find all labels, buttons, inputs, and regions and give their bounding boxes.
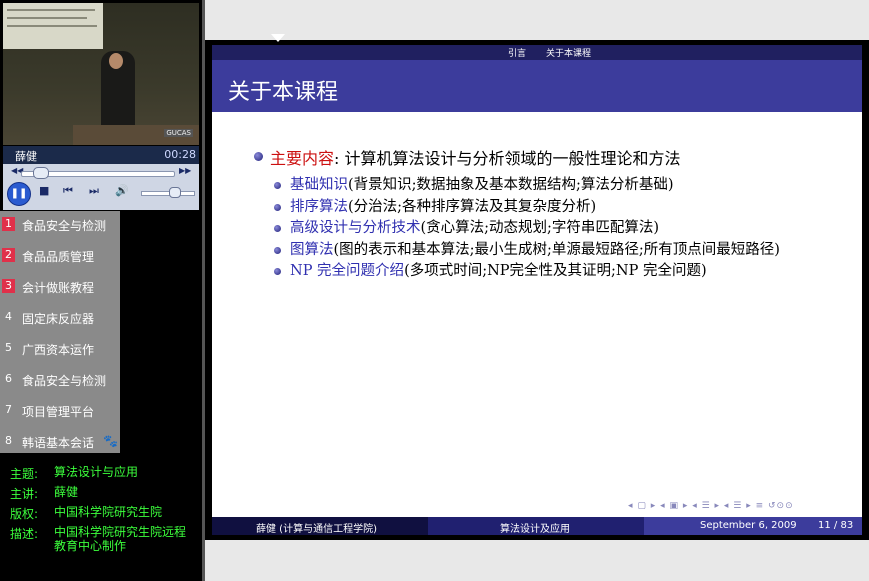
meta-value: 中国科学院研究生院 <box>54 505 163 519</box>
playlist-item[interactable]: 4 固定床反应器 <box>0 304 120 335</box>
next-icon[interactable]: ⏭ <box>89 184 99 198</box>
sub-points: 基础知识(背景知识;数据抽象及基本数据结构;算法分析基础) 排序算法(分治法;各… <box>250 175 850 283</box>
sub-keyword: NP 完全问题介绍 <box>290 263 405 279</box>
volume-handle[interactable] <box>169 187 181 198</box>
sub-text: (多项式时间;NP完全性及其证明;NP 完全问题) <box>404 263 707 279</box>
speaker-name: 薛健 <box>15 150 37 163</box>
sub-text: (图的表示和基本算法;最小生成树;单源最短路径;所有顶点间最短路径) <box>333 241 780 258</box>
slide-content: 主要内容: 计算机算法设计与分析领域的一般性理论和方法 基础知识(背景知识;数据… <box>250 145 850 283</box>
previous-icon[interactable]: ⏮ <box>63 184 73 198</box>
playlist-item[interactable]: 3 会计做账教程 <box>0 273 120 304</box>
sub-text: (分治法;各种排序算法及其复杂度分析) <box>348 198 597 215</box>
fast-forward-icon[interactable]: ▶▶ <box>179 166 191 175</box>
item-number: 7 <box>5 403 12 416</box>
slide-panel: 引言 关于本课程 关于本课程 主要内容: 计算机算法设计与分析领域的一般性理论和… <box>205 0 869 581</box>
footer-page: 11 / 83 <box>818 520 854 531</box>
item-label: 食品安全与检测 <box>22 219 107 233</box>
sub-keyword: 高级设计与分析技术 <box>290 220 421 236</box>
pause-button[interactable]: ❚❚ <box>7 182 31 206</box>
player-panel: GUCAS 薛健 00:28 ◀◀ ▶▶ ❚❚ ■ ⏮ ⏭ 🔊 1 食品安全与检… <box>0 0 202 581</box>
slide-footer: 薛健 (计算与通信工程学院) 算法设计及应用 September 6, 2009… <box>212 517 862 535</box>
bullet-icon <box>274 225 281 232</box>
main-point: 主要内容: 计算机算法设计与分析领域的一般性理论和方法 <box>250 145 850 169</box>
item-label: 广西资本运作 <box>22 343 95 357</box>
footer-course: 算法设计及应用 <box>500 524 570 535</box>
sub-text: (贪心算法;动态规划;字符串匹配算法) <box>420 220 660 236</box>
footer-date-box: September 6, 2009 11 / 83 <box>644 517 862 535</box>
meta-key: 版权: <box>10 507 39 521</box>
item-number: 4 <box>5 310 12 323</box>
volume-slider[interactable] <box>141 191 195 196</box>
nav-subsection[interactable]: 关于本课程 <box>546 46 591 59</box>
sub-point: 图算法(图的表示和基本算法;最小生成树;单源最短路径;所有顶点间最短路径) <box>250 240 850 262</box>
sub-point: 基础知识(背景知识;数据抽象及基本数据结构;算法分析基础) <box>250 175 850 197</box>
item-label: 固定床反应器 <box>22 312 95 326</box>
slide: 引言 关于本课程 关于本课程 主要内容: 计算机算法设计与分析领域的一般性理论和… <box>212 45 862 535</box>
player-controls: ◀◀ ▶▶ ❚❚ ■ ⏮ ⏭ 🔊 <box>3 164 199 210</box>
playlist: 1 食品安全与检测 2 食品品质管理 3 会计做账教程 4 固定床反应器 5 广… <box>0 211 120 453</box>
lecturer-head <box>109 53 123 69</box>
slide-frame: 引言 关于本课程 关于本课程 主要内容: 计算机算法设计与分析领域的一般性理论和… <box>205 34 869 540</box>
item-label: 会计做账教程 <box>22 281 95 295</box>
beamer-navigation-icons[interactable]: ◂ ▢ ▸ ◂ ▣ ▸ ◂ ☰ ▸ ◂ ☰ ▸ ≡ ↺⊙⊙ <box>628 501 794 511</box>
playlist-item[interactable]: 2 食品品质管理 <box>0 242 120 273</box>
bullet-icon <box>274 182 281 189</box>
meta-value: 算法设计与应用 <box>54 465 139 479</box>
playlist-item[interactable]: 1 食品安全与检测 <box>0 211 120 242</box>
item-label: 韩语基本会话 <box>22 436 95 450</box>
bullet-icon <box>274 268 281 275</box>
video-info-bar: 薛健 00:28 <box>3 146 199 164</box>
paw-icon[interactable]: 🐾 <box>103 434 118 448</box>
volume-icon[interactable]: 🔊 <box>115 184 129 197</box>
seek-handle[interactable] <box>33 167 49 179</box>
video-view[interactable]: GUCAS <box>3 3 199 145</box>
video-logo: GUCAS <box>164 129 193 137</box>
text-line <box>7 17 87 19</box>
elapsed-time: 00:28 <box>164 148 196 161</box>
slide-pointer-notch <box>271 34 285 42</box>
bullet-icon <box>254 152 263 161</box>
item-number: 2 <box>2 248 15 262</box>
item-label: 食品安全与检测 <box>22 374 107 388</box>
playlist-item[interactable]: 5 广西资本运作 <box>0 335 120 366</box>
footer-course-box: 算法设计及应用 <box>428 517 644 535</box>
item-number: 1 <box>2 217 15 231</box>
nav-section[interactable]: 引言 <box>508 46 526 59</box>
meta-value: 薛健 <box>54 485 79 499</box>
sub-keyword: 基础知识 <box>290 177 348 193</box>
slide-title-bar: 关于本课程 <box>212 60 862 112</box>
main-text: : 计算机算法设计与分析领域的一般性理论和方法 <box>334 149 681 168</box>
text-line <box>7 25 97 27</box>
item-number: 8 <box>5 434 12 447</box>
meta-value: 中国科学院研究生院远程教育中心制作 <box>54 525 187 553</box>
bullet-icon <box>274 203 281 211</box>
item-label: 项目管理平台 <box>22 405 95 419</box>
footer-author-box: 薛健 (计算与通信工程学院) <box>212 517 428 535</box>
footer-author: 薛健 (计算与通信工程学院) <box>256 524 377 535</box>
stop-icon[interactable]: ■ <box>39 184 49 197</box>
bullet-icon <box>274 246 281 254</box>
text-line <box>7 9 95 11</box>
item-number: 6 <box>5 372 12 385</box>
playlist-item[interactable]: 6 食品安全与检测 <box>0 366 120 397</box>
sub-keyword: 排序算法 <box>290 198 348 215</box>
sub-text: (背景知识;数据抽象及基本数据结构;算法分析基础) <box>348 177 674 193</box>
playlist-item[interactable]: 7 项目管理平台 <box>0 397 120 428</box>
main-keyword: 主要内容 <box>270 149 335 168</box>
item-label: 食品品质管理 <box>22 250 95 264</box>
sub-keyword: 图算法 <box>290 241 334 258</box>
item-number: 3 <box>2 279 15 293</box>
meta-key: 描述: <box>10 527 39 541</box>
slide-title: 关于本课程 <box>228 80 339 105</box>
playlist-item[interactable]: 8 韩语基本会话 🐾 <box>0 428 120 459</box>
footer-date: September 6, 2009 <box>700 520 797 531</box>
projector-screen <box>3 3 103 49</box>
item-number: 5 <box>5 341 12 354</box>
sub-point: 高级设计与分析技术(贪心算法;动态规划;字符串匹配算法) <box>250 218 850 240</box>
meta-key: 主题: <box>10 467 39 481</box>
sub-point: 排序算法(分治法;各种排序算法及其复杂度分析) <box>250 197 850 219</box>
slide-nav-bar: 引言 关于本课程 <box>212 45 862 60</box>
sub-point: NP 完全问题介绍(多项式时间;NP完全性及其证明;NP 完全问题) <box>250 261 850 283</box>
meta-key: 主讲: <box>10 487 39 501</box>
